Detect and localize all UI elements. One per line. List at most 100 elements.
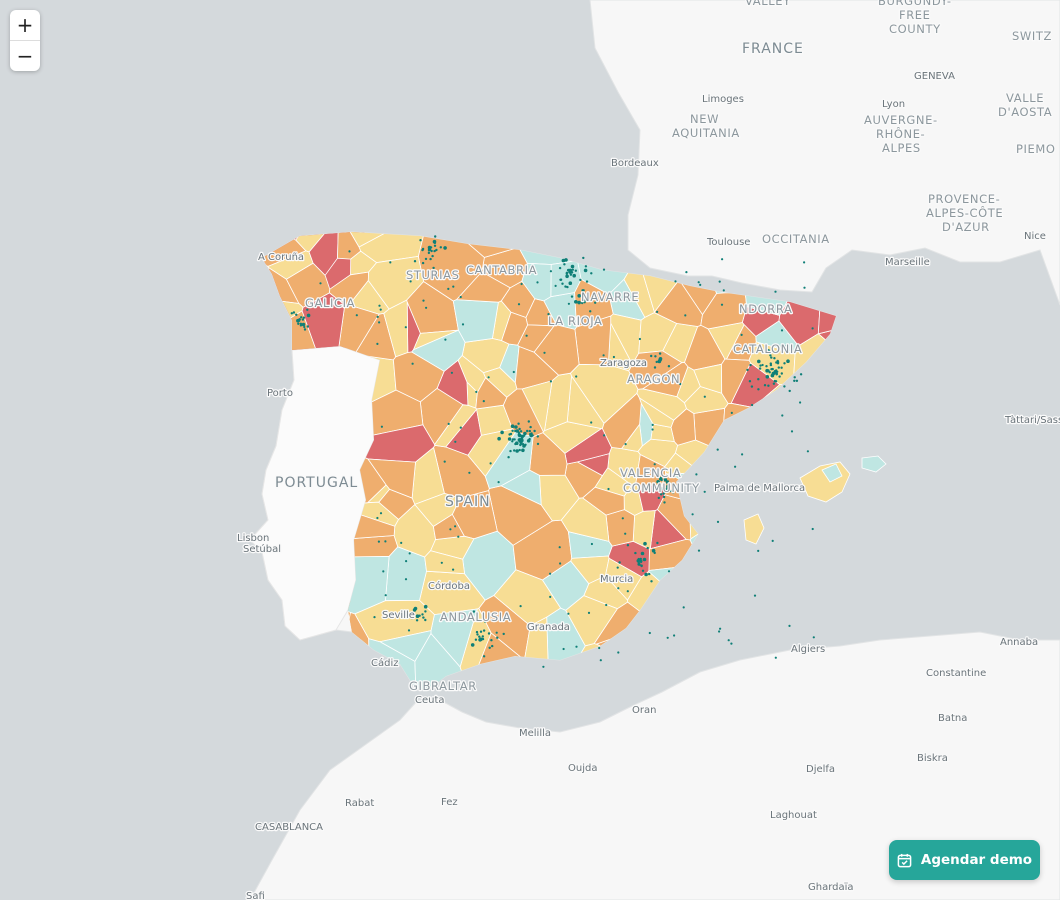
site-point[interactable] <box>624 443 627 446</box>
site-point[interactable] <box>653 463 656 466</box>
site-point[interactable] <box>519 605 522 608</box>
site-point[interactable] <box>512 370 515 374</box>
site-point[interactable] <box>528 429 531 433</box>
site-point[interactable] <box>424 610 427 613</box>
site-point[interactable] <box>575 375 578 378</box>
site-point[interactable] <box>657 496 660 500</box>
site-point[interactable] <box>459 426 462 429</box>
site-point[interactable] <box>416 615 420 618</box>
site-point[interactable] <box>566 285 569 289</box>
site-point[interactable] <box>400 541 403 545</box>
site-point[interactable] <box>703 395 706 398</box>
site-point[interactable] <box>643 541 647 546</box>
site-point[interactable] <box>772 382 776 385</box>
site-point[interactable] <box>384 594 387 597</box>
site-point[interactable] <box>559 278 563 281</box>
site-point[interactable] <box>750 385 754 388</box>
site-point[interactable] <box>450 371 453 374</box>
site-point[interactable] <box>778 375 781 378</box>
site-point[interactable] <box>404 326 407 329</box>
site-point[interactable] <box>638 558 642 562</box>
site-point[interactable] <box>781 414 784 417</box>
site-point[interactable] <box>470 643 475 647</box>
site-point[interactable] <box>716 520 720 524</box>
site-point[interactable] <box>376 315 379 318</box>
site-point[interactable] <box>355 314 358 317</box>
site-point[interactable] <box>616 566 619 569</box>
site-point[interactable] <box>773 357 776 360</box>
site-point[interactable] <box>602 354 605 357</box>
site-point[interactable] <box>567 612 570 615</box>
site-point[interactable] <box>803 261 806 264</box>
site-point[interactable] <box>730 642 733 645</box>
site-point[interactable] <box>589 310 592 313</box>
site-point[interactable] <box>378 304 381 307</box>
site-point[interactable] <box>656 541 659 545</box>
site-point[interactable] <box>565 274 569 279</box>
site-point[interactable] <box>497 436 501 441</box>
site-point[interactable] <box>666 636 669 639</box>
site-point[interactable] <box>433 249 436 253</box>
site-point[interactable] <box>590 421 593 424</box>
site-point[interactable] <box>549 270 553 273</box>
site-point[interactable] <box>674 280 677 283</box>
site-point[interactable] <box>656 310 659 313</box>
site-point[interactable] <box>788 624 791 628</box>
site-point[interactable] <box>376 342 379 345</box>
site-point[interactable] <box>475 390 478 393</box>
site-point[interactable] <box>749 363 752 367</box>
site-point[interactable] <box>699 283 702 286</box>
site-point[interactable] <box>780 329 784 332</box>
site-point[interactable] <box>691 513 694 516</box>
site-point[interactable] <box>443 460 446 463</box>
site-point[interactable] <box>296 318 300 323</box>
site-point[interactable] <box>528 437 531 441</box>
site-point[interactable] <box>740 333 743 336</box>
site-point[interactable] <box>568 281 573 286</box>
site-point[interactable] <box>554 284 557 287</box>
site-point[interactable] <box>514 425 518 429</box>
site-point[interactable] <box>799 401 802 404</box>
site-point[interactable] <box>803 286 806 289</box>
site-point[interactable] <box>757 378 760 381</box>
site-point[interactable] <box>491 644 494 648</box>
site-point[interactable] <box>518 439 521 442</box>
site-point[interactable] <box>697 281 700 284</box>
site-point[interactable] <box>572 273 576 278</box>
site-point[interactable] <box>774 290 777 293</box>
site-point[interactable] <box>447 422 450 425</box>
site-point[interactable] <box>497 481 500 484</box>
site-point[interactable] <box>605 603 608 607</box>
site-point[interactable] <box>626 544 630 547</box>
site-point[interactable] <box>799 373 803 376</box>
site-point[interactable] <box>618 561 621 564</box>
site-point[interactable] <box>667 365 671 368</box>
site-point[interactable] <box>377 540 380 543</box>
site-point[interactable] <box>384 540 387 543</box>
site-point[interactable] <box>530 432 533 435</box>
site-point[interactable] <box>421 247 425 251</box>
site-point[interactable] <box>769 362 772 365</box>
site-point[interactable] <box>419 239 422 242</box>
site-point[interactable] <box>518 448 521 452</box>
site-point[interactable] <box>476 633 479 636</box>
site-point[interactable] <box>292 311 296 314</box>
site-point[interactable] <box>634 551 637 555</box>
site-point[interactable] <box>424 257 428 261</box>
site-point[interactable] <box>452 568 455 571</box>
site-point[interactable] <box>757 549 760 553</box>
site-point[interactable] <box>763 384 767 387</box>
site-point[interactable] <box>422 299 425 302</box>
site-point[interactable] <box>770 356 773 359</box>
site-point[interactable] <box>404 578 408 581</box>
site-point[interactable] <box>640 551 645 556</box>
site-point[interactable] <box>650 354 653 358</box>
site-point[interactable] <box>648 631 651 635</box>
site-point[interactable] <box>517 422 520 425</box>
site-point[interactable] <box>411 362 414 365</box>
site-point[interactable] <box>380 425 383 428</box>
site-point[interactable] <box>520 439 524 442</box>
site-point[interactable] <box>776 370 779 373</box>
site-point[interactable] <box>515 441 519 446</box>
site-point[interactable] <box>793 376 796 379</box>
